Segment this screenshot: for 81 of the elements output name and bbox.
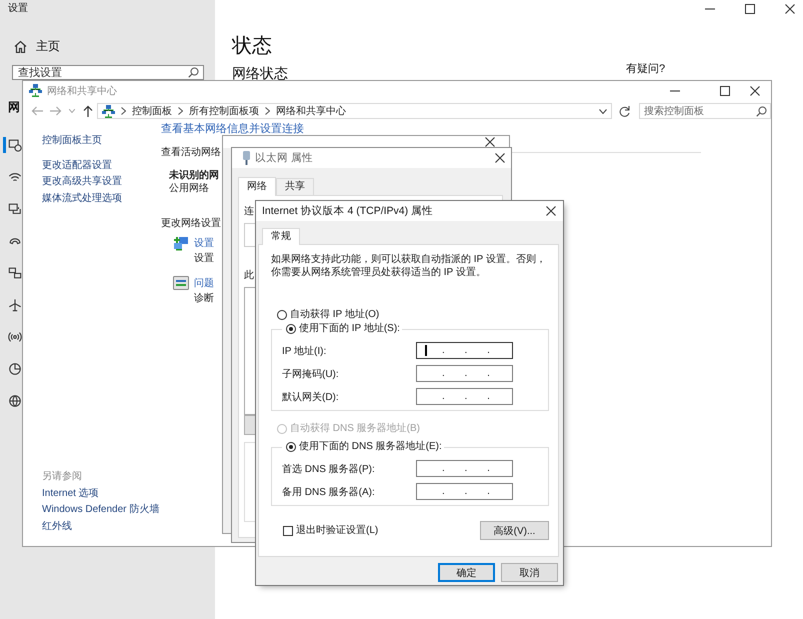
field-label: 默认网关(D):: [282, 390, 340, 404]
home-link[interactable]: 主页: [14, 38, 60, 54]
task-description: 设置: [194, 252, 214, 266]
home-icon: [14, 40, 27, 52]
cancel-button[interactable]: 取消: [501, 563, 558, 582]
section-title: 更改网络设置: [161, 217, 222, 231]
list-label: 此: [244, 269, 254, 283]
close-icon[interactable]: [485, 137, 495, 147]
field-label: 子网掩码(U):: [282, 368, 340, 380]
tab[interactable]: 常规: [262, 228, 300, 245]
chevron-icon: [178, 107, 183, 115]
network-name: 未识别的网: [169, 169, 220, 182]
pie-chart-icon: [8, 362, 22, 376]
striped-window-icon: [173, 276, 189, 291]
breadcrumb-item[interactable]: 控制面板: [132, 104, 172, 118]
nav-link[interactable]: Internet 选项: [42, 486, 99, 502]
monitor-cable-icon: [8, 202, 22, 216]
wifi-icon: [8, 170, 22, 184]
chevron-icon: [121, 107, 126, 115]
monitor-globe-icon: [8, 138, 22, 152]
window-title: 网络和共享中心: [47, 84, 117, 98]
field-label: 首选 DNS 服务器(P):: [282, 462, 376, 476]
up-arrow-icon[interactable]: [82, 105, 94, 117]
help-heading: 有疑问?: [626, 62, 666, 76]
refresh-icon[interactable]: [619, 106, 630, 116]
ok-button[interactable]: 确定: [438, 563, 495, 582]
breadcrumb-item[interactable]: 所有控制面板项: [189, 104, 259, 118]
tab[interactable]: 共享: [276, 178, 314, 195]
section-label: 网: [8, 99, 20, 115]
breadcrumb-item[interactable]: 网络和共享中心: [276, 104, 346, 118]
network-icon: [102, 104, 115, 118]
dropdown-caret-icon[interactable]: [599, 108, 607, 114]
field-label: 备用 DNS 服务器(A):: [282, 486, 376, 498]
field-label: IP 地址(I):: [282, 344, 328, 358]
search-field[interactable]: 查找设置: [12, 65, 204, 80]
field-label: 连: [244, 205, 254, 219]
tab[interactable]: 网络: [238, 177, 276, 196]
ip-address-field[interactable]: . . .: [416, 365, 513, 382]
description-text: 如果网络支持此功能，则可以获取自动指派的 IP 设置。否则，你需要从网络系统管理员处获得适当的 IP 设置。: [271, 253, 547, 279]
checkbox[interactable]: 退出时验证设置(L): [271, 524, 378, 538]
radio-button[interactable]: 自动获得 IP 地址(O): [271, 308, 549, 322]
address-bar[interactable]: 控制面板 所有控制面板项 网络和共享中心: [97, 103, 612, 119]
ip-address-field[interactable]: . . .: [416, 460, 513, 477]
window-title: 以太网 属性: [255, 151, 314, 165]
maximize-icon[interactable]: [745, 4, 755, 14]
nav-link[interactable]: Windows Defender 防火墙: [42, 502, 160, 518]
plug-icon: [242, 151, 251, 165]
computers-plus-icon: [173, 236, 189, 251]
task-description: 诊断: [194, 292, 214, 306]
section-title: 另请参阅: [42, 470, 82, 484]
nav-link[interactable]: 红外线: [42, 518, 72, 535]
network-icon: [29, 84, 42, 97]
close-icon[interactable]: [750, 86, 760, 96]
close-icon[interactable]: [495, 153, 505, 163]
globe-icon: [8, 394, 22, 408]
ip-address-field[interactable]: . . .: [416, 388, 513, 405]
radio-button[interactable]: 使用下面的 IP 地址(S):: [282, 322, 400, 336]
task-link[interactable]: 问题: [194, 276, 214, 291]
ip-address-field[interactable]: . . .: [416, 483, 513, 500]
section-title: 查看活动网络: [161, 146, 221, 159]
window-title: 设置: [8, 2, 28, 16]
chevron-icon: [265, 107, 270, 115]
close-icon[interactable]: [546, 206, 556, 216]
airplane-icon: [8, 298, 22, 312]
network-type: 公用网络: [169, 182, 209, 195]
close-icon[interactable]: [785, 4, 795, 14]
nav-link[interactable]: 更改适配器设置: [42, 158, 112, 174]
nav-link[interactable]: 控制面板主页: [42, 133, 102, 150]
maximize-icon[interactable]: [720, 86, 730, 96]
nav-link[interactable]: 媒体流式处理选项: [42, 190, 122, 207]
task-link[interactable]: 设置: [194, 236, 214, 251]
ip-address-field[interactable]: . . .: [416, 342, 513, 359]
advanced-button[interactable]: 高级(V)...: [480, 521, 549, 540]
page-heading: 状态: [232, 34, 273, 58]
radio-button[interactable]: 使用下面的 DNS 服务器地址(E):: [282, 440, 442, 454]
page-heading: 查看基本网络信息并设置连接: [161, 123, 305, 135]
nav-link[interactable]: 更改高级共享设置: [42, 174, 122, 190]
dialog-title: Internet 协议版本 4 (TCP/IPv4) 属性: [262, 204, 434, 218]
linked-screens-icon: [8, 266, 22, 280]
section-heading: 网络状态: [232, 64, 289, 82]
hotspot-icon: [8, 330, 22, 344]
